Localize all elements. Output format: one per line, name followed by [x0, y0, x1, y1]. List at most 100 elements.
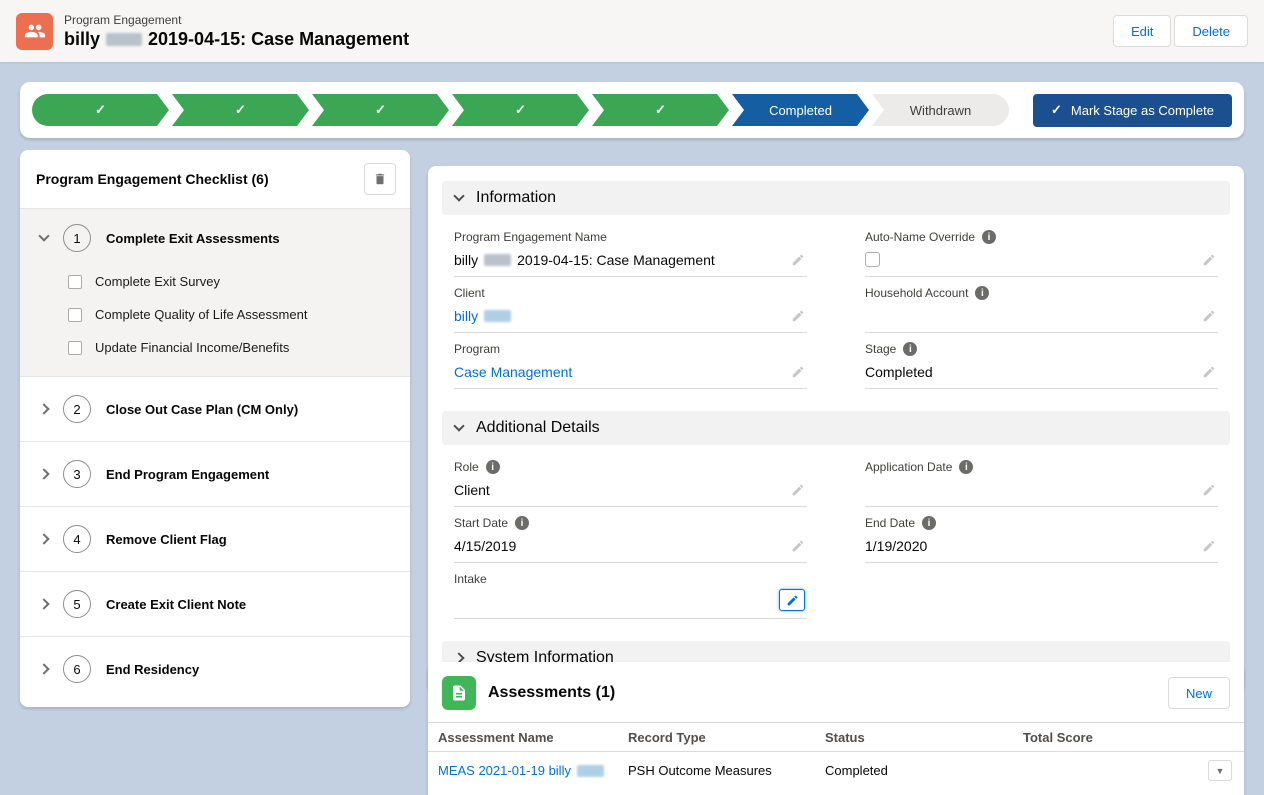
dropdown-arrow-icon: ▼ [1215, 765, 1225, 776]
chevron-right-icon [38, 598, 50, 610]
title-prefix: billy [64, 28, 101, 49]
field-label: Role [454, 460, 479, 474]
checklist-item-number: 4 [63, 525, 91, 553]
column-header[interactable]: Total Score [1017, 730, 1177, 745]
client-name: billy [454, 307, 479, 324]
checklist-subtask: Complete Exit Survey [20, 265, 410, 298]
column-header[interactable]: Assessment Name [432, 730, 622, 745]
checklist-item-4[interactable]: 4 Remove Client Flag [20, 506, 410, 571]
field-label: Auto-Name Override [865, 230, 976, 244]
edit-field-icon[interactable] [1202, 483, 1216, 497]
edit-field-icon[interactable] [791, 365, 805, 379]
value-prefix: billy [454, 251, 479, 268]
field-start-date: Start Date i 4/15/2019 [454, 507, 807, 563]
redacted-name [484, 309, 512, 322]
subtask-checkbox[interactable] [68, 274, 82, 289]
delete-button[interactable]: Delete [1174, 15, 1248, 47]
chevron-down-icon [453, 190, 465, 202]
field-label: Intake [454, 572, 487, 586]
checklist-subtask: Update Financial Income/Benefits [20, 331, 410, 364]
client-link[interactable]: billy [454, 308, 517, 324]
value-suffix: 2019-04-15: Case Management [517, 251, 715, 268]
edit-field-icon[interactable] [791, 253, 805, 267]
app: Program Engagement billy 2019-04-15: Cas… [0, 0, 1264, 795]
checklist-item-label: Close Out Case Plan (CM Only) [106, 401, 299, 417]
info-icon[interactable]: i [485, 460, 500, 474]
intake-edit-button[interactable] [779, 589, 805, 611]
field-value: Completed [865, 363, 933, 380]
redacted-name [576, 764, 604, 777]
object-label: Program Engagement [64, 12, 182, 27]
new-assessment-button[interactable]: New [1167, 677, 1230, 709]
column-header[interactable]: Status [819, 730, 1017, 745]
chevron-right-icon [38, 468, 50, 480]
checklist-item-2[interactable]: 2 Close Out Case Plan (CM Only) [20, 376, 410, 441]
checklist-item-label: End Residency [106, 661, 200, 677]
path-stage-complete-4[interactable]: ✓ [452, 94, 589, 126]
checklist-item-label: Remove Client Flag [106, 531, 227, 547]
field-label: Application Date [865, 460, 953, 474]
subtask-label: Complete Quality of Life Assessment [95, 307, 308, 322]
field-value [865, 306, 1192, 325]
path-stage-complete-5[interactable]: ✓ [592, 94, 729, 126]
field-end-date: End Date i 1/19/2020 [865, 507, 1218, 563]
assessment-status: Completed [825, 763, 888, 778]
info-icon[interactable]: i [982, 230, 997, 244]
assessment-row: MEAS 2021-01-19 billy PSH Outcome Measur… [428, 752, 1244, 789]
checklist-title: Program Engagement Checklist (6) [36, 171, 269, 187]
delete-checklist-button[interactable] [364, 163, 396, 195]
chevron-right-icon [38, 533, 50, 545]
subtask-checkbox[interactable] [68, 340, 82, 355]
path-stage-completed[interactable]: Completed [732, 94, 869, 126]
field-label: Household Account [865, 286, 969, 300]
info-icon[interactable]: i [922, 516, 937, 530]
trash-icon [375, 173, 385, 185]
field-program: Program Case Management [454, 333, 807, 389]
redacted-name [106, 32, 143, 46]
assessment-link[interactable]: MEAS 2021-01-19 billy [438, 763, 610, 778]
path-stage-complete-2[interactable]: ✓ [172, 94, 309, 126]
program-engagement-object-icon [16, 12, 53, 50]
column-header[interactable]: Record Type [622, 730, 819, 745]
page-title: billy 2019-04-15: Case Management [64, 28, 409, 50]
edit-field-icon[interactable] [1202, 365, 1216, 379]
assessments-table-header: Assessment Name Record Type Status Total… [428, 722, 1244, 752]
checklist-item-number: 3 [63, 460, 91, 488]
check-icon: ✓ [1051, 102, 1062, 117]
info-icon[interactable]: i [515, 516, 530, 530]
info-icon[interactable]: i [903, 342, 918, 356]
path-stage-withdrawn[interactable]: Withdrawn [872, 94, 1009, 126]
section-information[interactable]: Information [442, 181, 1230, 215]
field-intake: Intake [454, 563, 807, 619]
program-link[interactable]: Case Management [454, 364, 572, 380]
checklist-item-number: 5 [63, 590, 91, 618]
edit-field-icon[interactable] [1202, 309, 1216, 323]
field-label: Start Date [454, 516, 509, 530]
edit-field-icon[interactable] [791, 309, 805, 323]
edit-field-icon[interactable] [1202, 539, 1216, 553]
info-icon[interactable]: i [959, 460, 974, 474]
field-label: Program Engagement Name [454, 230, 607, 244]
mark-stage-complete-button[interactable]: ✓ Mark Stage as Complete [1033, 93, 1232, 127]
edit-field-icon[interactable] [791, 483, 805, 497]
checklist-item-label: End Program Engagement [106, 466, 270, 482]
edit-field-icon[interactable] [791, 539, 805, 553]
edit-button[interactable]: Edit [1113, 15, 1172, 47]
checklist-item-5[interactable]: 5 Create Exit Client Note [20, 571, 410, 636]
assessments-related-list: Assessments (1) New Assessment Name Reco… [428, 662, 1244, 795]
auto-name-override-checkbox[interactable] [865, 252, 880, 267]
section-additional-details[interactable]: Additional Details [442, 411, 1230, 445]
field-value: billy 2019-04-15: Case Management [454, 250, 781, 269]
field-label: End Date [865, 516, 916, 530]
path-stage-complete-1[interactable]: ✓ [32, 94, 169, 126]
path-stage-complete-3[interactable]: ✓ [312, 94, 449, 126]
mark-stage-complete-label: Mark Stage as Complete [1070, 102, 1214, 118]
checklist-item-6[interactable]: 6 End Residency [20, 636, 410, 701]
checklist-item-1-toggle[interactable]: 1 Complete Exit Assessments [20, 209, 410, 265]
info-icon[interactable]: i [975, 286, 990, 300]
row-actions-dropdown[interactable]: ▼ [1208, 760, 1232, 781]
checklist-item-3[interactable]: 3 End Program Engagement [20, 441, 410, 506]
subtask-checkbox[interactable] [68, 307, 82, 322]
edit-field-icon[interactable] [1202, 253, 1216, 267]
section-title: Information [476, 189, 557, 206]
